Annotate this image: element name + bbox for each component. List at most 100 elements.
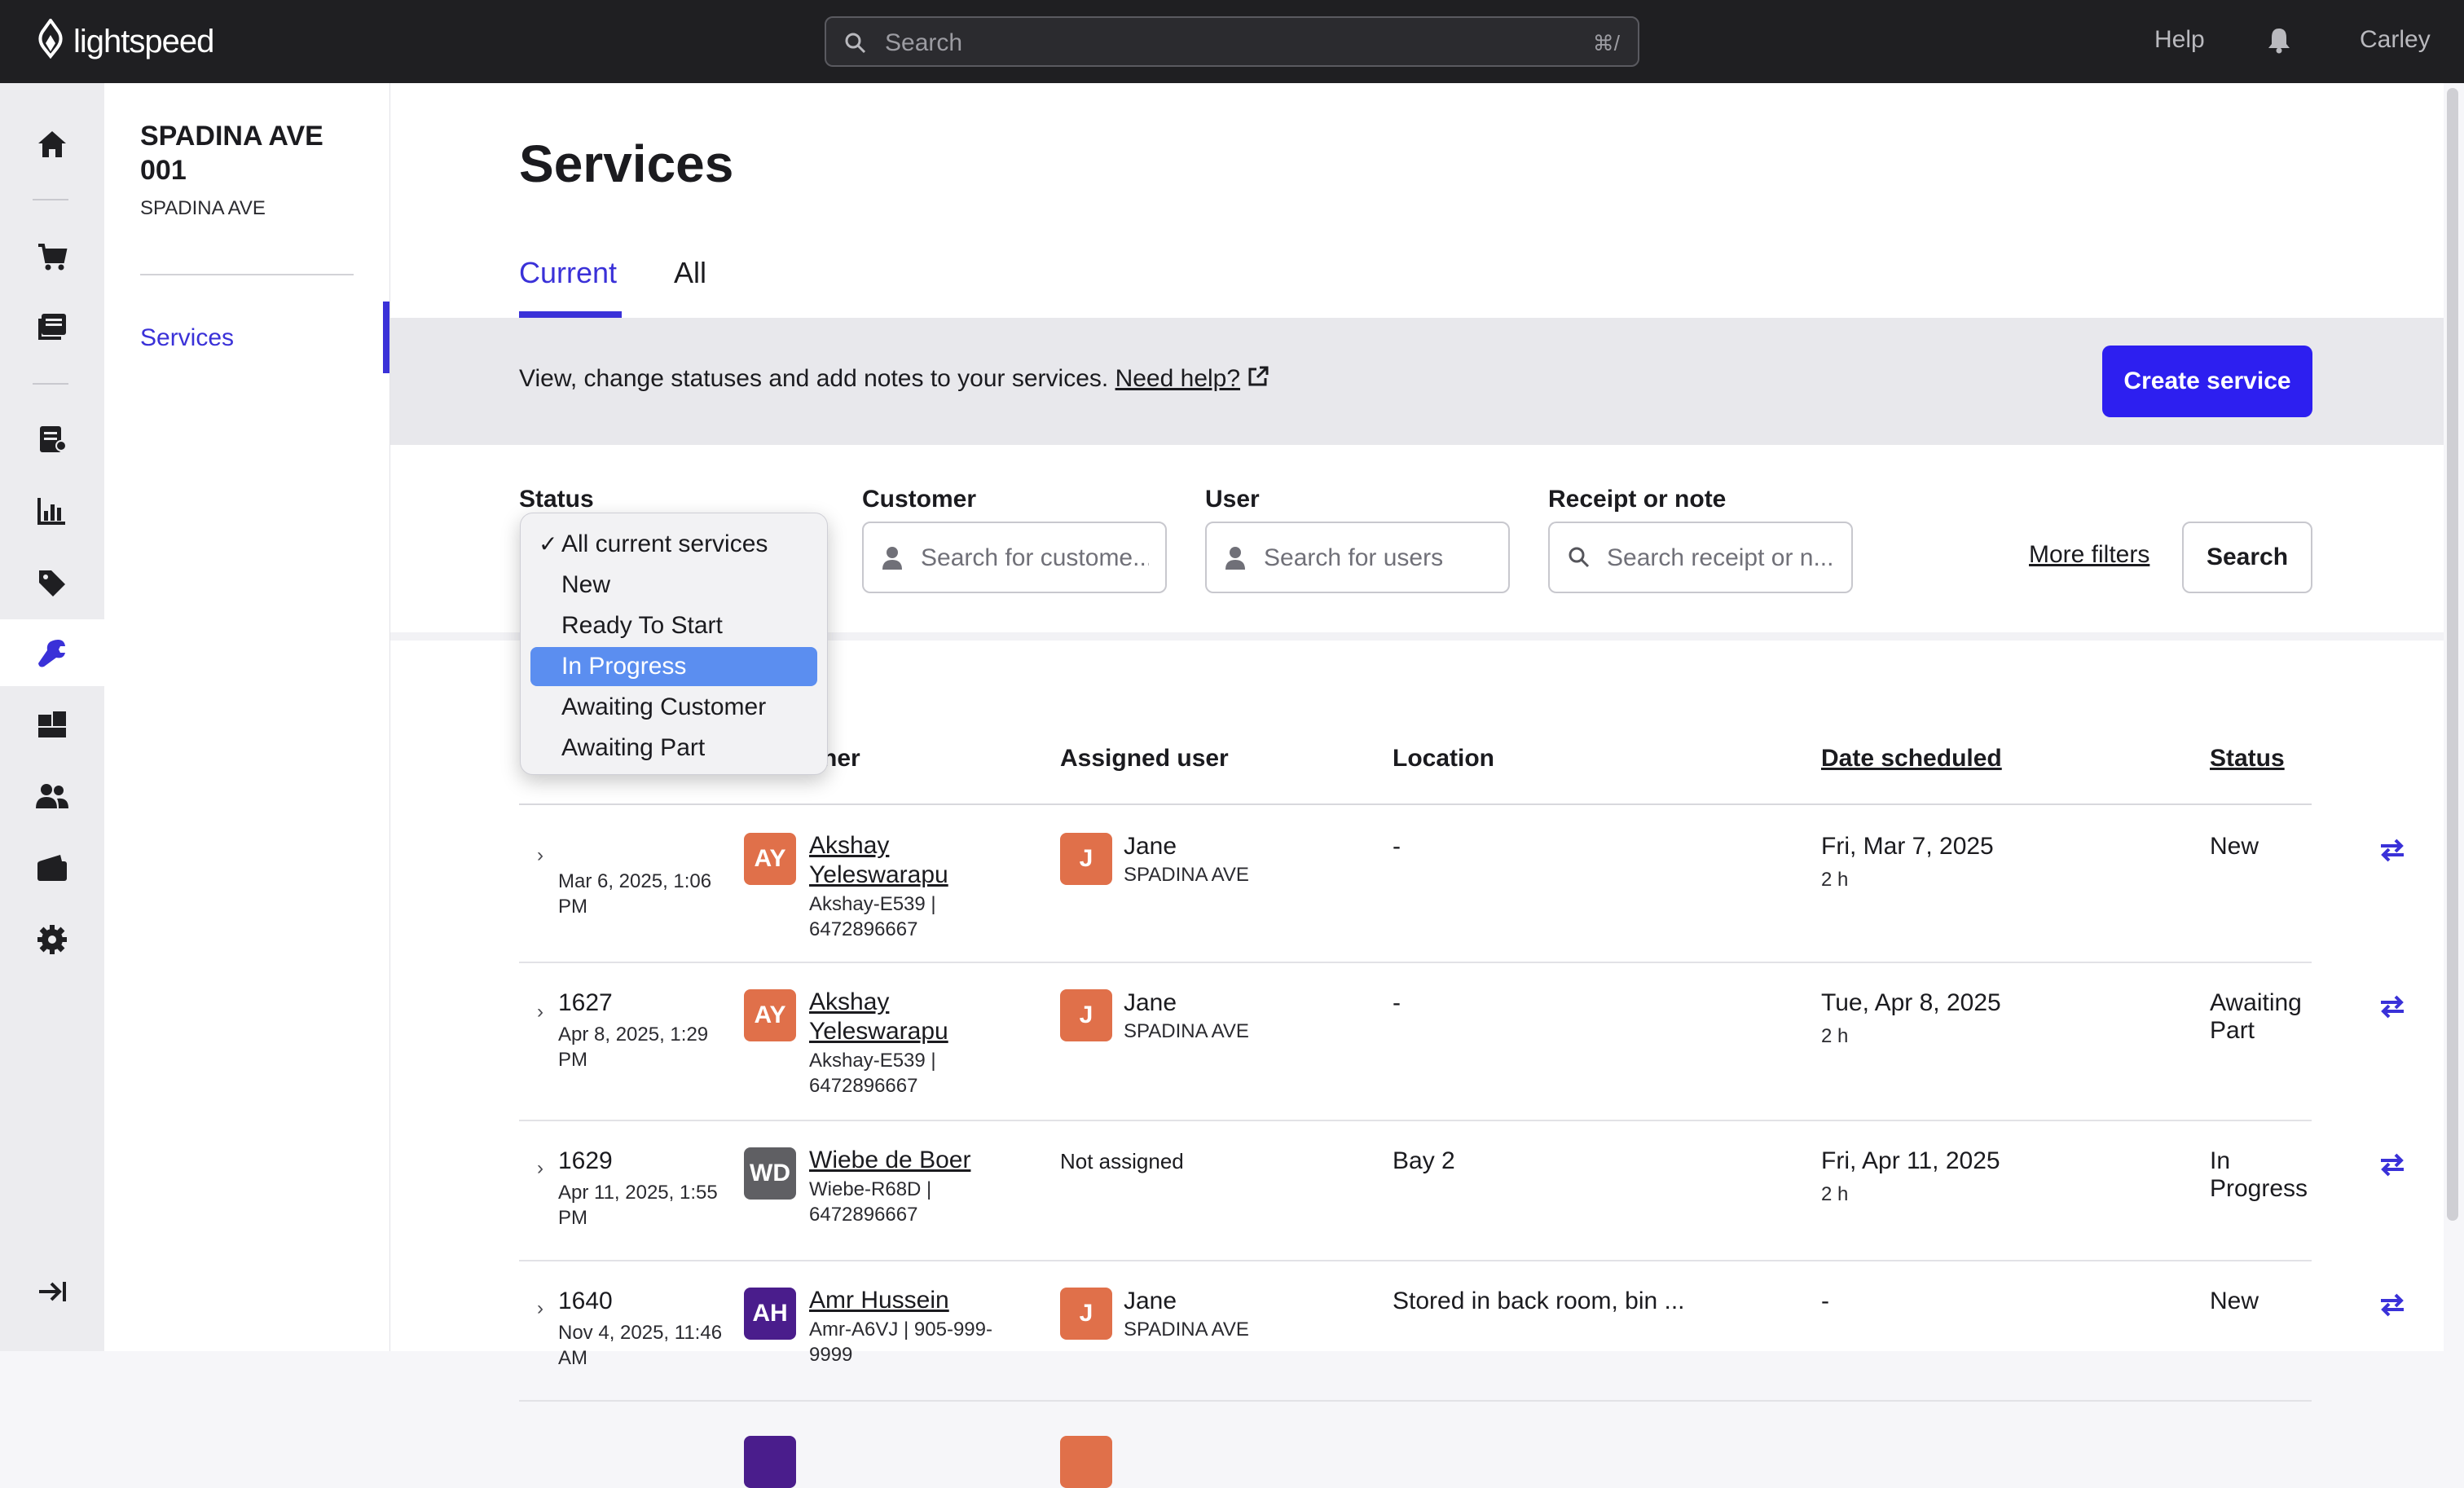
global-search[interactable]: ⌘/ [825,16,1639,67]
status-option-all[interactable]: ✓ All current services [530,525,817,564]
location-value: Stored in back room, bin ... [1393,1288,1685,1314]
service-number: 1627 [558,989,613,1016]
table-row[interactable] [519,1402,2312,1488]
user-label: User [1205,486,1260,513]
info-banner: View, change statuses and add notes to y… [390,318,2444,445]
customer-avatar: AH [744,1288,796,1340]
bell-icon[interactable] [2267,26,2291,54]
table-row[interactable]: › Mar 6, 2025, 1:06 PM AY Akshay Yeleswa… [519,807,2404,963]
person-icon [882,547,902,570]
lightspeed-logo[interactable]: lightspeed [36,18,214,65]
expand-chevron-icon[interactable]: › [537,1001,543,1024]
inventory-icon [38,711,66,737]
nav-settings[interactable] [0,906,104,973]
change-status-icon[interactable] [2378,1152,2406,1177]
option-label: All current services [561,530,768,557]
assigned-user-location: SPADINA AVE [1124,1020,1249,1042]
tab-underline [519,311,622,318]
header-customer[interactable]: ner [822,745,860,773]
collapse-icon [39,1282,66,1301]
cart-icon [38,244,68,271]
user-menu[interactable]: Carley [2360,26,2431,54]
expand-chevron-icon[interactable]: › [537,1297,543,1320]
receipt-search-field[interactable]: Search receipt or n... [1548,522,1853,593]
external-link-icon[interactable] [1247,365,1269,388]
assigned-user-name: Jane [1124,833,1177,860]
page-scrollbar[interactable] [2447,88,2458,1221]
active-indicator [383,302,389,373]
search-button[interactable]: Search [2182,522,2312,593]
customer-label: Customer [862,486,977,513]
header-divider [519,803,2312,805]
duration: 2 h [1821,1025,1849,1047]
header-assigned-user: Assigned user [1060,745,1229,772]
table-row[interactable]: › 1627 Apr 8, 2025, 1:29 PM AY Akshay Ye… [519,963,2404,1121]
header-status[interactable]: Status [2210,745,2285,773]
change-status-icon[interactable] [2378,1292,2406,1317]
tag-icon [39,570,65,597]
nav-reports[interactable] [0,478,104,544]
create-service-button[interactable]: Create service [2102,346,2312,417]
sub-navigation: SPADINA AVE 001 SPADINA AVE Services [104,83,390,1351]
nav-wallet[interactable] [0,834,104,901]
wallet-icon [37,855,67,881]
change-status-icon[interactable] [2378,838,2406,862]
icon-rail [0,83,104,1351]
customer-meta: Amr-A6VJ | 905-999-9999 [809,1319,992,1366]
subnav-item-services[interactable]: Services [140,324,234,352]
status-option-new[interactable]: New [530,566,817,605]
status-value: New [2210,833,2259,860]
status-option-awaiting-part[interactable]: Awaiting Part [530,729,817,768]
nav-services[interactable] [0,619,104,686]
store-name[interactable]: SPADINA AVE 001 [140,119,352,187]
nav-catalog[interactable] [0,293,104,360]
expand-chevron-icon[interactable]: › [537,844,543,867]
user-avatar: J [1060,989,1112,1041]
status-option-ready-to-start[interactable]: Ready To Start [530,606,817,645]
customer-meta: Akshay-E539 | 6472896667 [809,893,936,940]
location-value: Bay 2 [1393,1147,1455,1174]
customer-name-link[interactable]: Akshay Yeleswarapu [809,831,980,890]
assigned-user-name: Jane [1124,1288,1177,1314]
table-row[interactable]: › 1640 Nov 4, 2025, 11:46 AM AH Amr Huss… [519,1261,2404,1402]
nav-promotions[interactable] [0,549,104,616]
search-icon [1569,547,1590,568]
help-link[interactable]: Need help? [1115,365,1240,392]
more-filters-link[interactable]: More filters [2029,541,2149,569]
help-link[interactable]: Help [2154,26,2205,54]
customer-name-link[interactable]: Wiebe de Boer [809,1146,1021,1175]
status-option-in-progress[interactable]: In Progress [530,647,817,686]
receipt-label: Receipt or note [1548,486,1727,513]
tab-current[interactable]: Current [519,256,617,290]
customer-name-link[interactable]: Akshay Yeleswarapu [809,988,980,1046]
assigned-user-location: SPADINA AVE [1124,1319,1249,1341]
date-scheduled: Fri, Apr 11, 2025 [1821,1147,2000,1174]
customer-meta: Wiebe-R68D | 6472896667 [809,1178,932,1226]
nav-collapse[interactable] [0,1258,104,1325]
info-text: View, change statuses and add notes to y… [519,365,1269,393]
tab-all[interactable]: All [674,256,706,290]
customer-avatar: WD [744,1147,796,1200]
user-search-field[interactable]: Search for users [1205,522,1510,593]
service-number: 1640 [558,1288,613,1314]
user-avatar [1060,1436,1112,1488]
person-icon [1225,547,1245,570]
customer-name-link[interactable]: Amr Hussein [809,1286,1021,1315]
global-search-input[interactable] [883,26,1555,60]
service-created-date: Mar 6, 2025, 1:06 PM [558,870,712,918]
change-status-icon[interactable] [2378,994,2406,1019]
nav-inventory[interactable] [0,691,104,758]
header-date-scheduled[interactable]: Date scheduled [1821,745,2002,773]
status-dropdown-menu[interactable]: ✓ All current services New Ready To Star… [520,513,828,775]
nav-home[interactable] [0,111,104,178]
status-option-awaiting-customer[interactable]: Awaiting Customer [530,688,817,727]
expand-chevron-icon[interactable]: › [537,1157,543,1180]
customer-search-field[interactable]: Search for custome... [862,522,1167,593]
nav-customers[interactable] [0,763,104,830]
nav-register[interactable] [0,406,104,473]
search-icon [845,33,866,54]
status-value: New [2210,1288,2259,1314]
divider [140,274,354,275]
nav-sales[interactable] [0,223,104,290]
table-row[interactable]: › 1629 Apr 11, 2025, 1:55 PM WD Wiebe de… [519,1121,2404,1261]
